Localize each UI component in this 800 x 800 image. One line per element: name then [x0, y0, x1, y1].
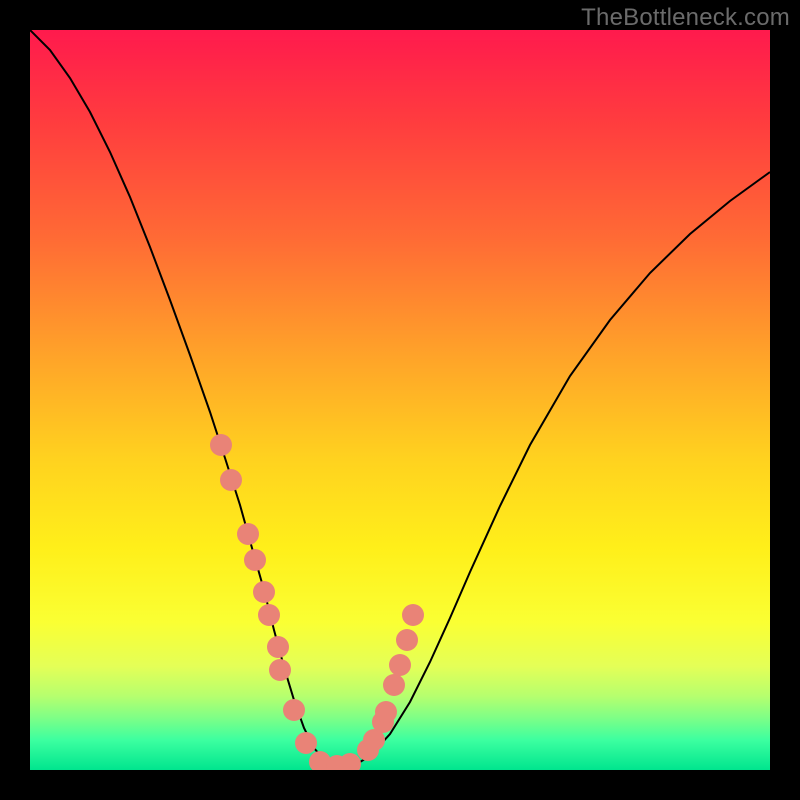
chart-frame: TheBottleneck.com	[0, 0, 800, 800]
watermark-text: TheBottleneck.com	[581, 4, 790, 32]
scatter-dot	[258, 604, 280, 626]
plot-area	[30, 30, 770, 770]
scatter-dot	[396, 629, 418, 651]
scatter-dot	[253, 581, 275, 603]
scatter-dot	[269, 659, 291, 681]
scatter-dot	[267, 636, 289, 658]
scatter-dot	[283, 699, 305, 721]
scatter-dot	[220, 469, 242, 491]
scatter-dot	[375, 701, 397, 723]
scatter-dot	[244, 549, 266, 571]
scatter-dots	[210, 434, 424, 770]
chart-svg	[30, 30, 770, 770]
scatter-dot	[210, 434, 232, 456]
scatter-dot	[383, 674, 405, 696]
scatter-dot	[339, 753, 361, 770]
scatter-dot	[389, 654, 411, 676]
scatter-dot	[237, 523, 259, 545]
scatter-dot	[402, 604, 424, 626]
scatter-dot	[295, 732, 317, 754]
